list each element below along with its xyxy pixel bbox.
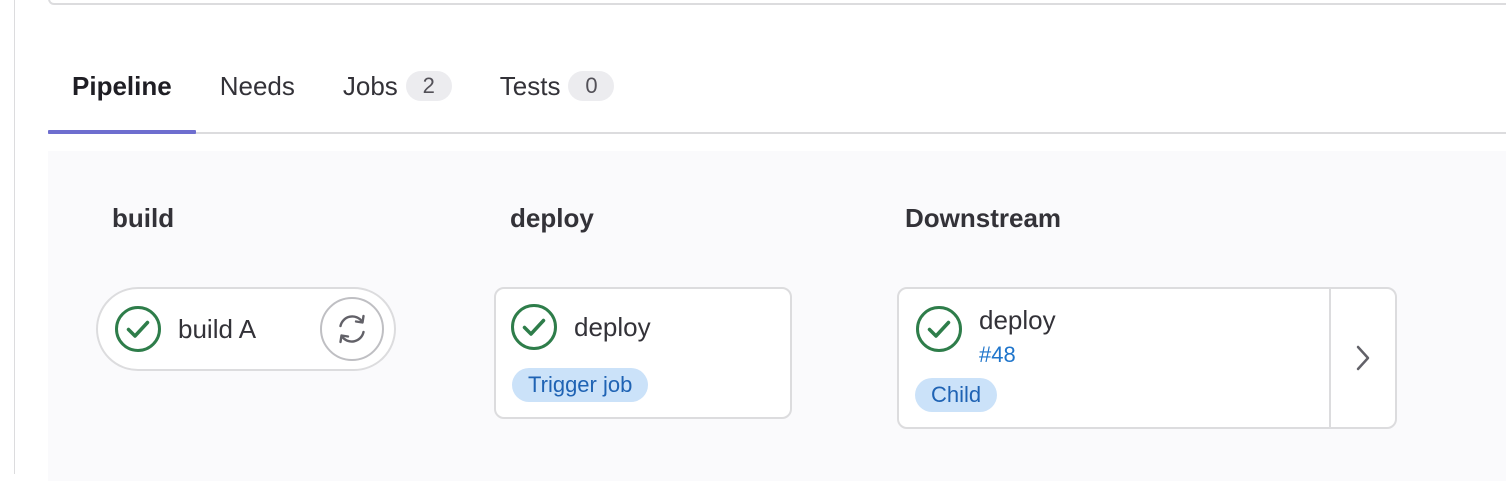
left-rail (14, 0, 15, 474)
stage-title-build: build (112, 203, 175, 233)
downstream-job-name: deploy (979, 305, 1056, 335)
stage-title-downstream: Downstream (905, 203, 1062, 233)
job-name: build A (178, 313, 257, 344)
downstream-pipeline-card[interactable]: deploy #48 Child (897, 287, 1397, 429)
job-name: deploy (574, 311, 651, 342)
pipeline-graph: build build A deploy deploy Trigger job … (48, 151, 1506, 481)
jobs-count-badge: 2 (405, 71, 452, 101)
retry-button[interactable] (320, 297, 384, 361)
tab-pipeline[interactable]: Pipeline (48, 40, 196, 134)
expand-downstream-button[interactable] (1329, 289, 1395, 427)
job-build-a[interactable]: build A (96, 287, 396, 371)
job-deploy-trigger[interactable]: deploy Trigger job (494, 287, 792, 419)
chevron-right-icon (1356, 345, 1370, 371)
tab-pipeline-label: Pipeline (72, 70, 172, 101)
retry-icon (339, 314, 365, 344)
tab-needs[interactable]: Needs (196, 40, 319, 132)
tab-jobs-label: Jobs (342, 70, 398, 101)
tab-tests[interactable]: Tests 0 (476, 40, 639, 132)
tab-tests-label: Tests (499, 70, 561, 101)
pipeline-tabs: Pipeline Needs Jobs 2 Tests 0 (48, 40, 1506, 134)
success-check-icon (114, 305, 162, 353)
tab-jobs[interactable]: Jobs 2 (319, 40, 476, 132)
success-check-icon (510, 303, 558, 351)
tab-needs-label: Needs (219, 70, 295, 101)
child-badge: Child (915, 378, 998, 412)
success-check-icon (915, 305, 963, 353)
trigger-job-badge: Trigger job (512, 368, 649, 402)
downstream-pipeline-link[interactable]: #48 (979, 342, 1016, 368)
top-panel-edge (48, 0, 1506, 5)
stage-title-deploy: deploy (510, 203, 594, 233)
tests-count-badge: 0 (568, 71, 615, 101)
